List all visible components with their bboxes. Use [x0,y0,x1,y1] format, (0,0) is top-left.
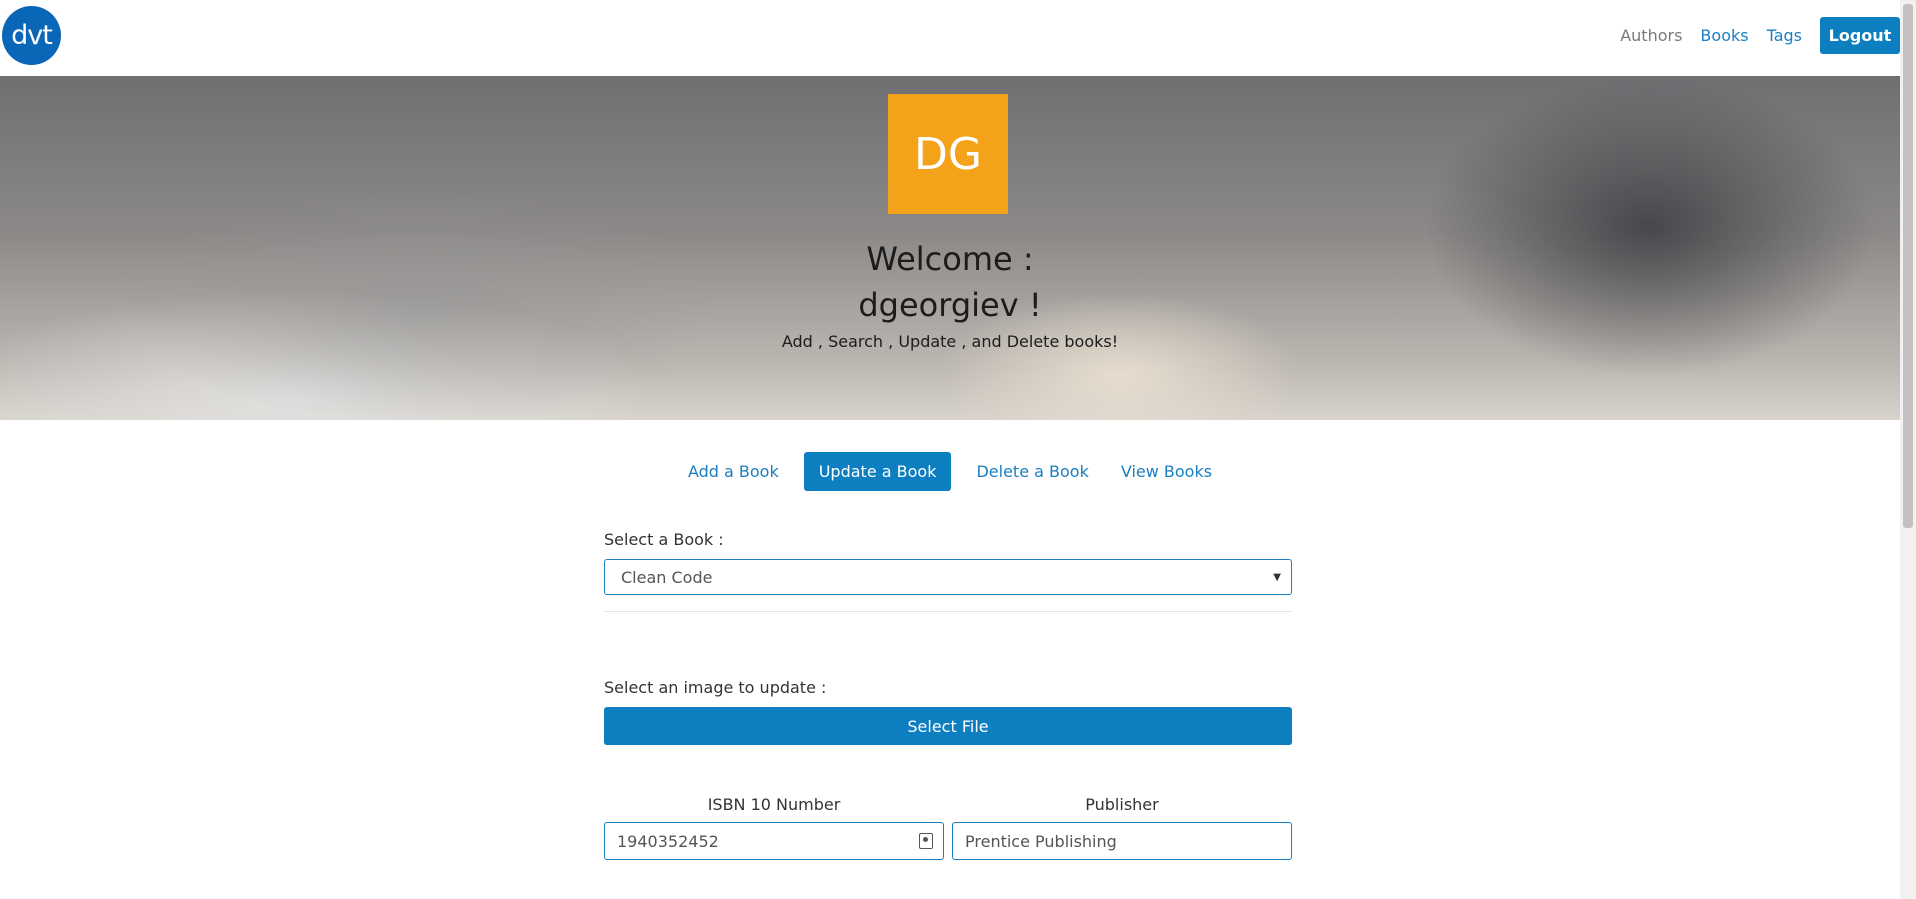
welcome-line-1: Welcome : [866,240,1034,278]
publisher-input[interactable]: Prentice Publishing [952,822,1292,860]
image-update-label: Select an image to update : [604,678,827,697]
vertical-scrollbar[interactable] [1900,0,1916,899]
logout-button[interactable]: Logout [1820,17,1900,54]
select-book-label: Select a Book : [604,530,724,549]
page: dvt Authors Books Tags Logout DG Welcome… [0,0,1900,899]
hero-banner: DG Welcome : dgeorgiev ! Add , Search , … [0,76,1900,420]
hero-tagline: Add , Search , Update , and Delete books… [781,332,1119,351]
welcome-heading: Welcome : dgeorgiev ! [0,236,1900,328]
tab-add-book[interactable]: Add a Book [681,452,786,491]
nav-authors-link[interactable]: Authors [1620,26,1682,45]
main-nav: Authors Books Tags Logout [1602,17,1900,54]
publisher-value: Prentice Publishing [965,831,1117,851]
isbn-publisher-row: ISBN 10 Number 1940352452 Publisher Pren… [604,795,1292,860]
tab-delete-book[interactable]: Delete a Book [969,452,1095,491]
selected-book-value: Clean Code [621,567,713,587]
book-action-tabs: Add a Book Update a Book Delete a Book V… [0,452,1900,491]
nav-books-link[interactable]: Books [1700,26,1748,45]
publisher-label: Publisher [1085,795,1159,814]
update-book-form: Select a Book : Clean Code ▼ Select an i… [604,530,1292,860]
tab-view-books[interactable]: View Books [1114,452,1219,491]
scrollbar-thumb[interactable] [1903,4,1913,528]
book-select-dropdown[interactable]: Clean Code ▼ [604,559,1292,595]
select-file-button[interactable]: Select File [604,707,1292,745]
isbn-column: ISBN 10 Number 1940352452 [604,795,944,860]
isbn-value: 1940352452 [617,831,719,851]
dvt-logo[interactable]: dvt [2,6,61,65]
chevron-down-icon: ▼ [1273,571,1281,583]
isbn-label: ISBN 10 Number [707,795,841,814]
tab-update-book[interactable]: Update a Book [803,452,952,491]
welcome-username: dgeorgiev ! [858,286,1042,324]
nav-tags-link[interactable]: Tags [1767,26,1802,45]
isbn-input[interactable]: 1940352452 [604,822,944,860]
contact-card-icon [919,833,933,849]
form-divider [604,611,1292,612]
publisher-column: Publisher Prentice Publishing [952,795,1292,860]
user-avatar: DG [888,94,1008,214]
top-navbar: dvt Authors Books Tags Logout [0,0,1900,76]
